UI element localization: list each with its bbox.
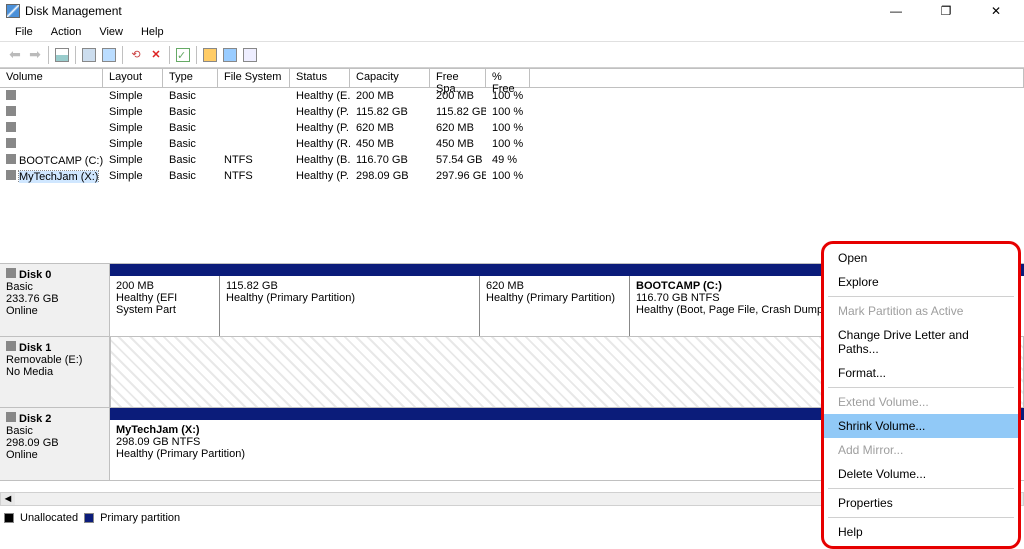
ctx-delete-volume[interactable]: Delete Volume... xyxy=(824,462,1018,486)
volume-icon xyxy=(6,90,16,100)
swatch-primary xyxy=(84,513,94,523)
ctx-change-letter[interactable]: Change Drive Letter and Paths... xyxy=(824,323,1018,361)
forward-button[interactable]: ➡ xyxy=(26,46,44,64)
rescan-button[interactable] xyxy=(100,46,118,64)
detach-vhd-button[interactable]: ✕ xyxy=(147,46,165,64)
col-filesystem[interactable]: File System xyxy=(218,69,290,87)
disk-icon xyxy=(6,341,16,351)
legend-unallocated: Unallocated xyxy=(20,512,78,524)
close-button[interactable]: ✕ xyxy=(978,1,1014,21)
ctx-add-mirror: Add Mirror... xyxy=(824,438,1018,462)
disk-header[interactable]: Disk 2Basic298.09 GBOnline xyxy=(0,408,110,480)
ctx-properties[interactable]: Properties xyxy=(824,491,1018,515)
refresh-icon xyxy=(82,48,96,62)
swatch-unallocated xyxy=(4,513,14,523)
ctx-mark-active: Mark Partition as Active xyxy=(824,299,1018,323)
volume-list[interactable]: SimpleBasicHealthy (E...200 MB200 MB100 … xyxy=(0,88,1024,263)
volume-icon xyxy=(6,170,16,180)
action3-button[interactable] xyxy=(241,46,259,64)
volume-row[interactable]: SimpleBasicHealthy (E...200 MB200 MB100 … xyxy=(0,88,1024,104)
panel-icon xyxy=(55,48,69,62)
volume-row[interactable]: SimpleBasicHealthy (R...450 MB450 MB100 … xyxy=(0,136,1024,152)
partition[interactable]: 620 MBHealthy (Primary Partition) xyxy=(480,276,630,336)
rescan-icon xyxy=(102,48,116,62)
app-icon xyxy=(6,4,20,18)
attach-icon: ⟲ xyxy=(131,48,140,61)
volume-row[interactable]: BOOTCAMP (C:)SimpleBasicNTFSHealthy (B..… xyxy=(0,152,1024,168)
ctx-extend-volume: Extend Volume... xyxy=(824,390,1018,414)
doc-icon xyxy=(203,48,217,62)
list-icon xyxy=(243,48,257,62)
volume-row[interactable]: SimpleBasicHealthy (P...620 MB620 MB100 … xyxy=(0,120,1024,136)
refresh-button[interactable] xyxy=(80,46,98,64)
menu-view[interactable]: View xyxy=(90,26,132,38)
back-button[interactable]: ⬅ xyxy=(6,46,24,64)
arrow-left-icon: ⬅ xyxy=(9,46,21,63)
ctx-format[interactable]: Format... xyxy=(824,361,1018,385)
volume-list-header: Volume Layout Type File System Status Ca… xyxy=(0,68,1024,88)
action1-button[interactable] xyxy=(201,46,219,64)
menu-action[interactable]: Action xyxy=(42,26,91,38)
col-status[interactable]: Status xyxy=(290,69,350,87)
col-type[interactable]: Type xyxy=(163,69,218,87)
settings-button[interactable]: ✓ xyxy=(174,46,192,64)
attach-vhd-button[interactable]: ⟲ xyxy=(127,46,145,64)
x-icon: ✕ xyxy=(151,48,160,61)
col-free[interactable]: Free Spa... xyxy=(430,69,486,87)
action2-button[interactable] xyxy=(221,46,239,64)
partition[interactable]: 115.82 GBHealthy (Primary Partition) xyxy=(220,276,480,336)
disk-icon xyxy=(6,268,16,278)
menu-help[interactable]: Help xyxy=(132,26,173,38)
menu-file[interactable]: File xyxy=(6,26,42,38)
arrow-right-icon: ➡ xyxy=(29,46,41,63)
col-capacity[interactable]: Capacity xyxy=(350,69,430,87)
show-hide-button[interactable] xyxy=(53,46,71,64)
ctx-open[interactable]: Open xyxy=(824,246,1018,270)
disk-icon xyxy=(223,48,237,62)
col-spacer xyxy=(530,69,1024,87)
disk-icon xyxy=(6,412,16,422)
maximize-button[interactable]: ❐ xyxy=(928,1,964,21)
menubar: File Action View Help xyxy=(0,22,1024,42)
legend-primary: Primary partition xyxy=(100,512,180,524)
toolbar: ⬅ ➡ ⟲ ✕ ✓ xyxy=(0,42,1024,68)
ctx-explore[interactable]: Explore xyxy=(824,270,1018,294)
minimize-button[interactable]: — xyxy=(878,1,914,21)
check-icon: ✓ xyxy=(176,48,190,62)
titlebar: Disk Management — ❐ ✕ xyxy=(0,0,1024,22)
disk-header[interactable]: Disk 0Basic233.76 GBOnline xyxy=(0,264,110,336)
ctx-help[interactable]: Help xyxy=(824,520,1018,544)
col-pctfree[interactable]: % Free xyxy=(486,69,530,87)
volume-row[interactable]: SimpleBasicHealthy (P...115.82 GB115.82 … xyxy=(0,104,1024,120)
partition[interactable]: 200 MBHealthy (EFI System Part xyxy=(110,276,220,336)
disk-header[interactable]: Disk 1Removable (E:)No Media xyxy=(0,337,110,407)
col-layout[interactable]: Layout xyxy=(103,69,163,87)
volume-icon xyxy=(6,138,16,148)
volume-row[interactable]: MyTechJam (X:)SimpleBasicNTFSHealthy (P.… xyxy=(0,168,1024,184)
col-volume[interactable]: Volume xyxy=(0,69,103,87)
context-menu: Open Explore Mark Partition as Active Ch… xyxy=(821,241,1021,549)
volume-icon xyxy=(6,154,16,164)
ctx-shrink-volume[interactable]: Shrink Volume... xyxy=(824,414,1018,438)
volume-icon xyxy=(6,122,16,132)
window-title: Disk Management xyxy=(25,4,878,18)
scroll-left-icon[interactable]: ◄ xyxy=(1,493,15,505)
legend: Unallocated Primary partition xyxy=(4,512,180,524)
volume-icon xyxy=(6,106,16,116)
